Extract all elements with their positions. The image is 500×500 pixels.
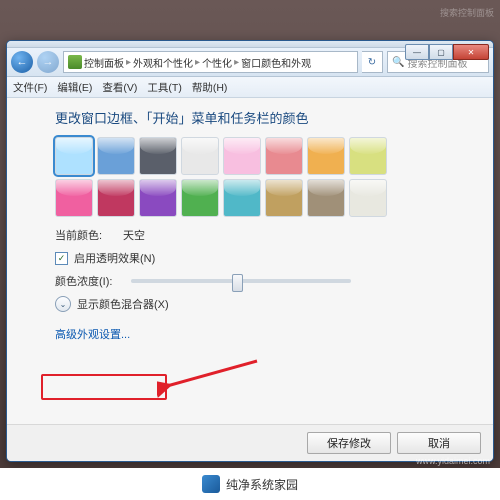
search-icon: 🔍 — [392, 57, 404, 68]
advanced-link-row: 高级外观设置... — [55, 326, 471, 342]
color-swatch[interactable] — [223, 137, 261, 175]
breadcrumb-l1[interactable]: 外观和个性化 — [133, 55, 193, 70]
breadcrumb-sep-icon: ▸ — [195, 57, 200, 68]
advanced-appearance-link[interactable]: 高级外观设置... — [55, 326, 130, 342]
window-controls: — ▢ ✕ — [405, 44, 489, 60]
color-swatch[interactable] — [265, 137, 303, 175]
color-swatch[interactable] — [139, 137, 177, 175]
breadcrumb[interactable]: 控制面板 ▸ 外观和个性化 ▸ 个性化 ▸ 窗口颜色和外观 — [63, 51, 358, 73]
menu-help[interactable]: 帮助(H) — [192, 80, 228, 95]
minimize-button[interactable]: — — [405, 44, 429, 60]
color-swatch[interactable] — [181, 137, 219, 175]
cancel-button[interactable]: 取消 — [397, 432, 481, 454]
intensity-label: 颜色浓度(I): — [55, 273, 117, 289]
intensity-row: 颜色浓度(I): — [55, 273, 471, 289]
breadcrumb-sep-icon: ▸ — [234, 57, 239, 68]
color-swatch[interactable] — [97, 137, 135, 175]
close-button[interactable]: ✕ — [453, 44, 489, 60]
breadcrumb-l3[interactable]: 窗口颜色和外观 — [241, 55, 311, 70]
transparency-checkbox[interactable]: ✓ — [55, 252, 68, 265]
color-swatch[interactable] — [307, 179, 345, 217]
window: — ▢ ✕ ← → 控制面板 ▸ 外观和个性化 ▸ 个性化 ▸ 窗口颜色和外观 … — [6, 40, 494, 462]
watermark-top: 搜索控制面板 — [440, 6, 494, 19]
color-swatch[interactable] — [55, 137, 93, 175]
color-swatch[interactable] — [181, 179, 219, 217]
color-swatch[interactable] — [97, 179, 135, 217]
color-swatch[interactable] — [349, 179, 387, 217]
control-panel-icon — [68, 55, 82, 69]
brand-logo-icon — [202, 475, 220, 493]
breadcrumb-l2[interactable]: 个性化 — [202, 55, 232, 70]
color-swatch-grid — [55, 137, 471, 217]
current-color-label: 当前颜色: — [55, 227, 117, 243]
color-swatch[interactable] — [349, 137, 387, 175]
nav-back-button[interactable]: ← — [11, 51, 33, 73]
intensity-slider[interactable] — [131, 279, 351, 283]
brand-name: 纯净系统家园 — [226, 476, 298, 493]
content-area: 更改窗口边框、「开始」菜单和任务栏的颜色 当前颜色: 天空 ✓ 启用透明效果(N… — [7, 98, 493, 359]
menu-view[interactable]: 查看(V) — [102, 80, 137, 95]
current-color-value: 天空 — [123, 227, 145, 243]
color-swatch[interactable] — [223, 179, 261, 217]
color-swatch[interactable] — [55, 179, 93, 217]
chevron-down-icon[interactable]: ⌄ — [55, 296, 71, 312]
mixer-row[interactable]: ⌄ 显示颜色混合器(X) — [55, 296, 471, 312]
color-swatch[interactable] — [139, 179, 177, 217]
color-swatch[interactable] — [307, 137, 345, 175]
branding-url: www.yidaimei.com — [416, 456, 490, 466]
transparency-label: 启用透明效果(N) — [74, 250, 155, 266]
menu-tools[interactable]: 工具(T) — [147, 80, 181, 95]
slider-thumb[interactable] — [232, 274, 243, 292]
maximize-button[interactable]: ▢ — [429, 44, 453, 60]
annotation-box — [41, 374, 167, 400]
color-swatch[interactable] — [265, 179, 303, 217]
annotation-arrow — [157, 353, 267, 398]
branding-bar: 纯净系统家园 — [0, 468, 500, 500]
refresh-button[interactable]: ↻ — [362, 51, 383, 73]
breadcrumb-sep-icon: ▸ — [126, 57, 131, 68]
transparency-row: ✓ 启用透明效果(N) — [55, 250, 471, 266]
page-title: 更改窗口边框、「开始」菜单和任务栏的颜色 — [55, 108, 471, 127]
current-color-row: 当前颜色: 天空 — [55, 227, 471, 243]
menubar: 文件(F) 编辑(E) 查看(V) 工具(T) 帮助(H) — [7, 77, 493, 98]
nav-forward-button[interactable]: → — [37, 51, 59, 73]
mixer-label: 显示颜色混合器(X) — [77, 296, 169, 312]
menu-file[interactable]: 文件(F) — [13, 80, 47, 95]
menu-edit[interactable]: 编辑(E) — [57, 80, 92, 95]
breadcrumb-root[interactable]: 控制面板 — [84, 55, 124, 70]
save-button[interactable]: 保存修改 — [307, 432, 391, 454]
